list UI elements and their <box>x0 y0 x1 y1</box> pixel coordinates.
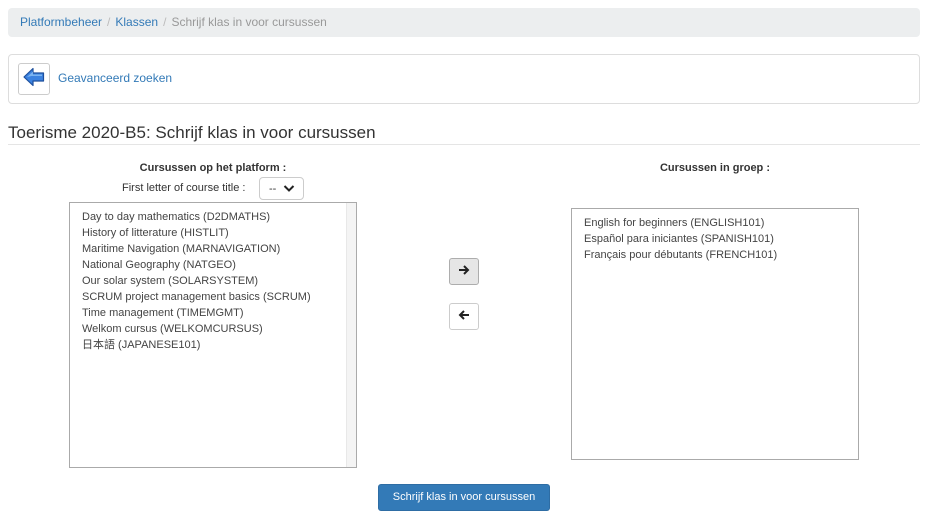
first-letter-select[interactable]: -- <box>259 177 304 200</box>
actions-toolbar: Geavanceerd zoeken <box>8 54 920 104</box>
list-item[interactable]: History of litterature (HISTLIT) <box>70 225 356 241</box>
breadcrumb: Platformbeheer / Klassen / Schrijf klas in v… <box>8 8 920 37</box>
platform-courses-list[interactable]: Day to day mathematics (D2DMATHS) History… <box>69 202 357 468</box>
arrow-right-icon <box>458 264 470 279</box>
list-item[interactable]: English for beginners (ENGLISH101) <box>572 215 858 231</box>
arrow-left-icon <box>23 67 45 92</box>
list-item[interactable]: 日本語 (JAPANESE101) <box>70 337 356 353</box>
breadcrumb-link-platformbeheer[interactable]: Platformbeheer <box>20 15 102 29</box>
list-item[interactable]: Français pour débutants (FRENCH101) <box>572 247 858 263</box>
scrollbar[interactable] <box>346 203 356 467</box>
chevron-down-icon <box>283 184 295 196</box>
list-item[interactable]: Welkom cursus (WELKOMCURSUS) <box>70 321 356 337</box>
breadcrumb-separator: / <box>107 15 111 29</box>
back-button[interactable] <box>18 63 50 95</box>
first-letter-label: First letter of course title : <box>122 182 246 194</box>
list-item[interactable]: SCRUM project management basics (SCRUM) <box>70 289 356 305</box>
arrow-left-icon <box>458 309 470 324</box>
breadcrumb-separator: / <box>163 15 167 29</box>
list-item[interactable]: Maritime Navigation (MARNAVIGATION) <box>70 241 356 257</box>
add-course-button[interactable] <box>449 258 479 285</box>
list-item[interactable]: Our solar system (SOLARSYSTEM) <box>70 273 356 289</box>
list-item[interactable]: Day to day mathematics (D2DMATHS) <box>70 209 356 225</box>
breadcrumb-link-klassen[interactable]: Klassen <box>115 15 158 29</box>
platform-courses-heading: Cursussen op het platform : <box>139 162 287 174</box>
title-divider <box>8 144 920 145</box>
list-item[interactable]: Español para iniciantes (SPANISH101) <box>572 231 858 247</box>
advanced-search-link[interactable]: Geavanceerd zoeken <box>58 55 172 101</box>
list-item[interactable]: Time management (TIMEMGMT) <box>70 305 356 321</box>
submit-button[interactable]: Schrijf klas in voor cursussen <box>378 484 550 511</box>
first-letter-value: -- <box>269 182 277 195</box>
page-title: Toerisme 2020-B5: Schrijf klas in voor c… <box>8 123 376 142</box>
group-courses-heading: Cursussen in groep : <box>659 162 771 174</box>
list-item[interactable]: National Geography (NATGEO) <box>70 257 356 273</box>
remove-course-button[interactable] <box>449 303 479 330</box>
group-courses-list[interactable]: English for beginners (ENGLISH101) Españo… <box>571 208 859 460</box>
breadcrumb-current: Schrijf klas in voor cursussen <box>171 15 327 29</box>
